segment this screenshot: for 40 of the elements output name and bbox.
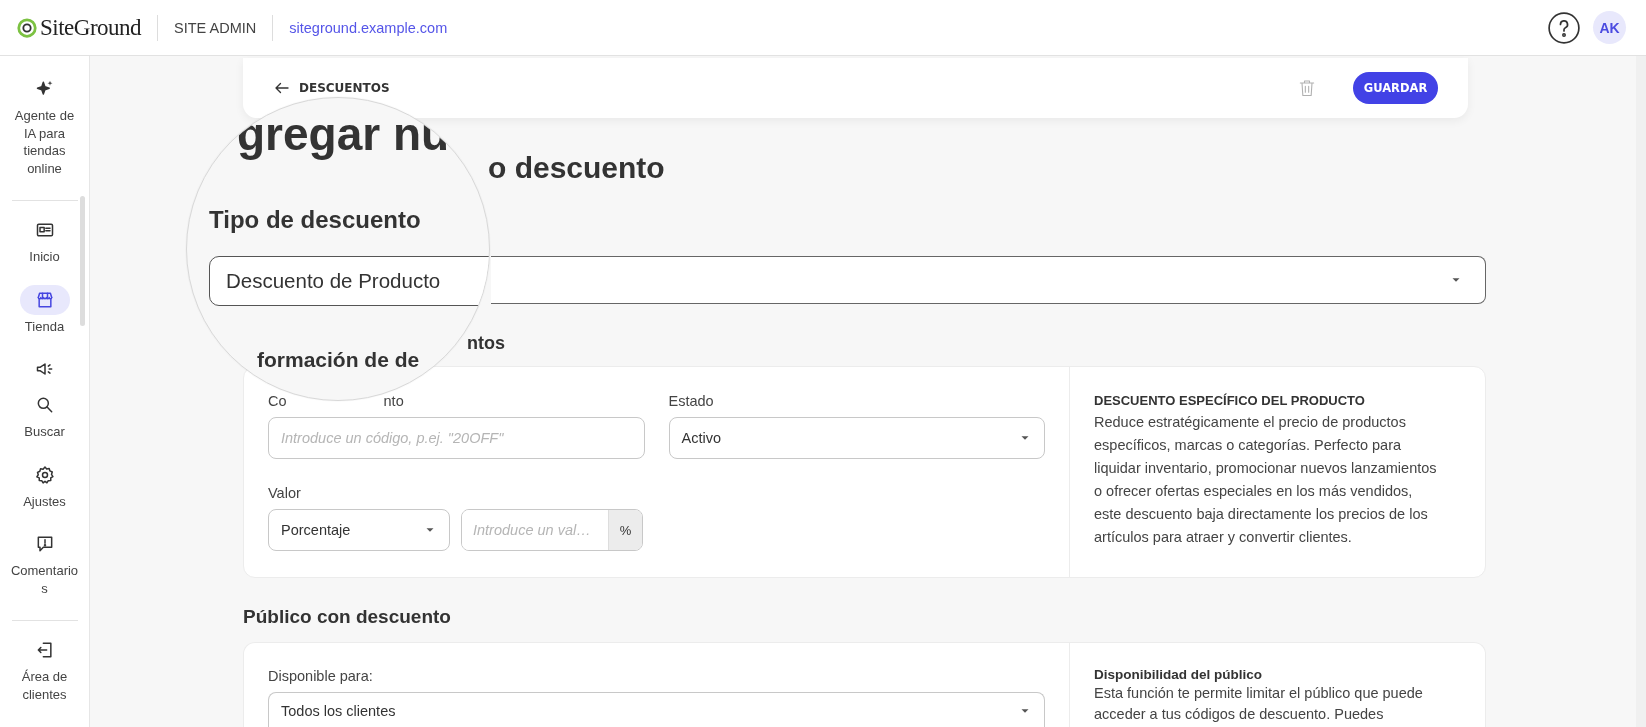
nav-item[interactable]: Ajustes (3, 459, 86, 510)
help-text: Reduce estratégicamente el precio de productos específicos, marcas o categorías. Perfecto para liquidar inventario, promocionar nuevos lanzamientos o ofrecer ofertas especiales en los más vendidos, este descuento baja directamente los precios de los artículos para atraer y convertir clientes. (1094, 413, 1437, 547)
section-heading: ntos (467, 333, 505, 353)
site-link[interactable]: siteground.example.com (289, 19, 448, 36)
dropdown-field[interactable]: Activo (668, 417, 1045, 459)
section-heading: Tipo de descuento (209, 206, 421, 234)
logo[interactable]: SiteGround (40, 14, 142, 41)
field-label: Estado (668, 393, 714, 410)
nav-item[interactable]: Buscar (3, 390, 86, 441)
nav-item[interactable]: Área de clientes (3, 635, 86, 703)
nav-item[interactable]: Inicio (3, 215, 86, 266)
field-label: nto (383, 393, 404, 410)
help-title: Disponibilidad del público (1094, 667, 1263, 682)
dashboard-icon (34, 220, 55, 240)
dropdown-field[interactable]: Porcentaje (268, 509, 450, 551)
nav-item[interactable]: Comentarios (3, 529, 86, 597)
back-link[interactable]: DESCUENTOS (273, 79, 390, 97)
settings-icon (34, 464, 55, 485)
field-label: Co (268, 393, 287, 410)
input-field[interactable]: Introduce un código, p.ej. "20OFF" (268, 417, 645, 459)
dropdown-field[interactable] (491, 256, 1486, 304)
help-icon[interactable] (1547, 10, 1581, 45)
section-heading: formación de de (257, 348, 420, 372)
avatar[interactable]: AK (1593, 11, 1626, 44)
unit-addon: % (608, 510, 642, 550)
page-title: o descuento (488, 150, 665, 186)
section-heading: Público con descuento (243, 606, 452, 628)
dropdown-field[interactable]: Todos los clientes (268, 692, 1045, 727)
scrollbar[interactable] (80, 196, 85, 326)
nav-item[interactable]: Agente de IA para tiendas online (3, 74, 86, 177)
help-text: Esta función te permite limitar el público que puede acceder a tus códigos de descuento. Puedes (1094, 684, 1424, 724)
field-label: Disponible para: (268, 668, 373, 685)
help-title: DESCUENTO ESPECÍFICO DEL PRODUCTO (1094, 393, 1366, 408)
section-title: SITE ADMIN (174, 19, 257, 36)
input-field[interactable]: Introduce un val… % (461, 509, 643, 551)
save-button[interactable]: GUARDAR (1353, 72, 1438, 104)
field-label: Valor (268, 485, 301, 502)
scrollbar[interactable] (1636, 56, 1646, 727)
logo-icon (16, 16, 38, 39)
dropdown-field[interactable]: Descuento de Producto (209, 256, 489, 306)
